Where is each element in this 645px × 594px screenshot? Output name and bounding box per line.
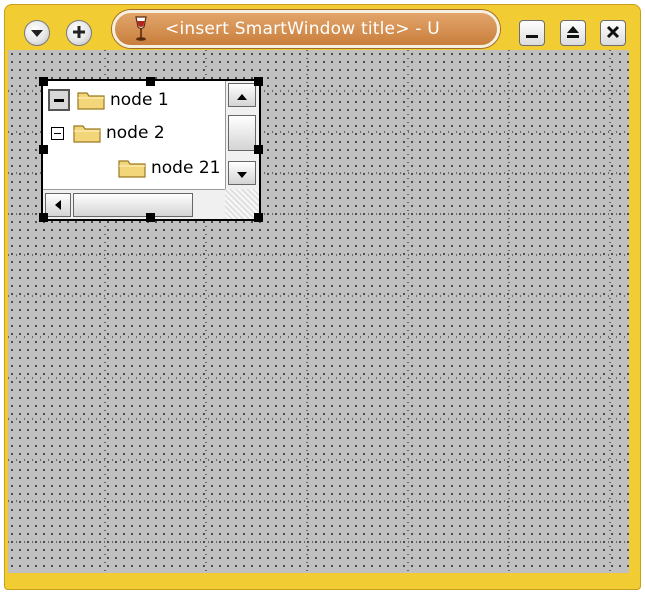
minimize-button[interactable] [519,20,545,46]
resize-handle-right[interactable] [254,145,263,154]
folder-icon [76,89,106,111]
folder-icon [117,157,147,179]
add-button[interactable] [66,20,92,46]
plus-icon [72,24,86,43]
window-title-pill[interactable]: <insert SmartWindow title> - U [112,10,500,48]
title-bar[interactable]: <insert SmartWindow title> - U [4,4,641,56]
window-menu-button[interactable] [24,20,50,46]
minimize-icon [525,24,539,43]
collapse-toggle-icon[interactable] [51,126,64,140]
arrow-down-icon [236,164,248,183]
resize-handle-bottom-right[interactable] [254,213,263,222]
scroll-left-button[interactable] [45,193,71,217]
chevron-down-icon [30,24,44,43]
tree-node-label: node 21 [151,158,221,178]
horizontal-scroll-thumb[interactable] [73,193,193,217]
resize-handle-left[interactable] [39,145,48,154]
resize-handle-bottom-left[interactable] [39,213,48,222]
scroll-thumb[interactable] [228,115,256,151]
resize-handle-top-left[interactable] [39,77,48,86]
tree-node-2[interactable]: node 2 [51,119,165,147]
maximize-button[interactable] [560,20,586,46]
tree-node-label: node 1 [110,90,169,110]
collapse-toggle-icon[interactable] [48,89,70,111]
close-button[interactable] [600,20,626,46]
horizontal-scrollbar[interactable] [43,189,227,219]
resize-handle-top-right[interactable] [254,77,263,86]
folder-icon [72,122,102,144]
arrow-up-icon [236,86,248,105]
wine-glass-icon [127,14,155,44]
tree-view[interactable]: node 1 node 2 node 21 [41,79,261,221]
window-bottom-frame [8,573,629,583]
resize-handle-bottom[interactable] [146,213,155,222]
scroll-down-button[interactable] [228,161,256,185]
window-title: <insert SmartWindow title> - U [165,19,440,39]
resize-handle-top[interactable] [146,77,155,86]
vertical-scrollbar[interactable] [225,81,259,189]
tree-node-21[interactable]: node 21 [111,154,220,182]
arrow-left-icon [54,196,62,215]
scroll-up-button[interactable] [228,83,256,107]
close-icon [606,24,620,43]
tree-node-1[interactable]: node 1 [48,86,169,114]
tree-node-label: node 2 [106,123,165,143]
maximize-icon [566,24,580,43]
